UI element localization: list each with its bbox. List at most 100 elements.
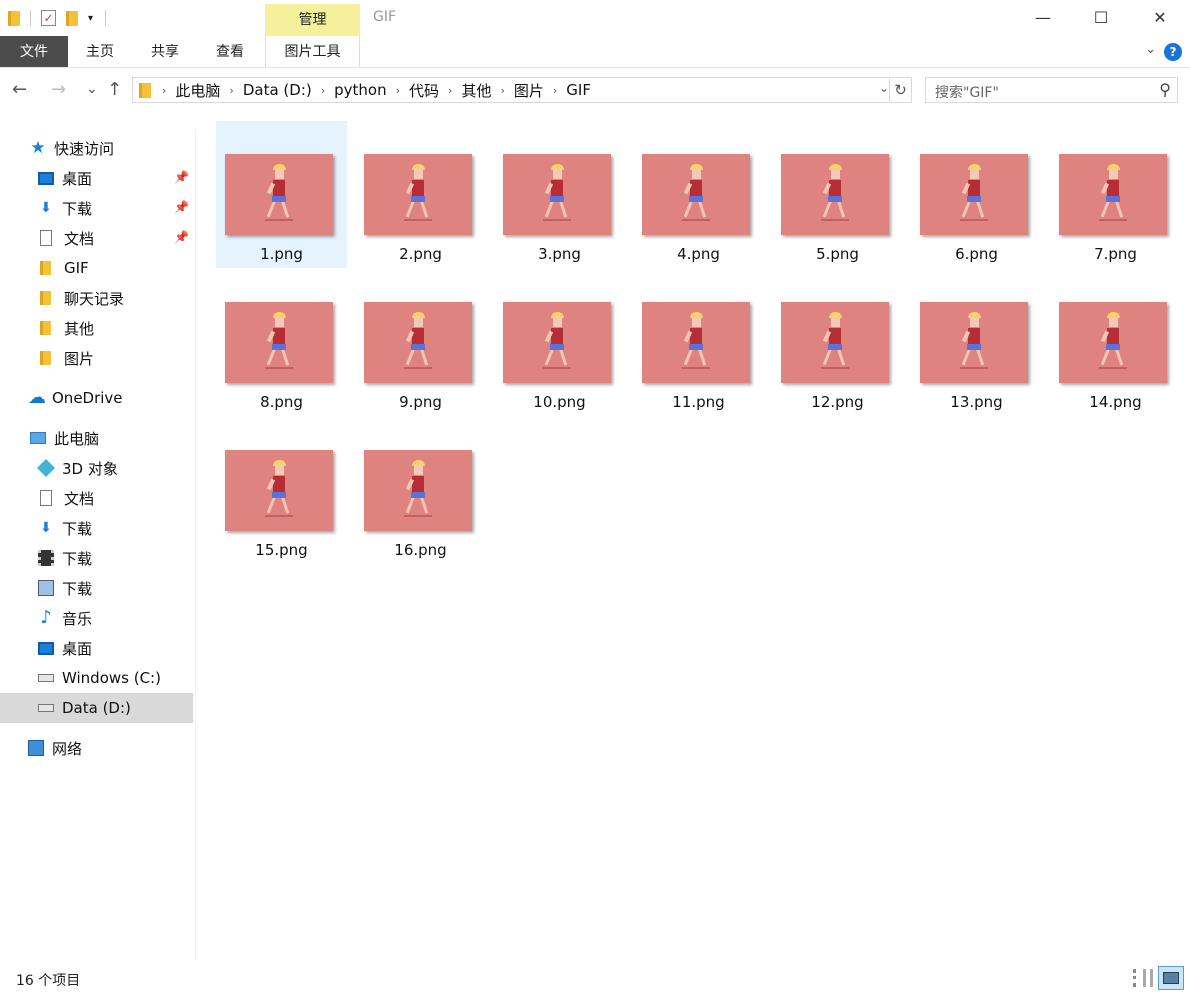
breadcrumb-gif[interactable]: GIF [566, 81, 591, 99]
sidebar-item-network[interactable]: 网络 [0, 733, 193, 763]
file-name: 11.png [672, 393, 725, 411]
sidebar-item-pc-downloads[interactable]: ⬇ 下载 [0, 513, 193, 543]
close-button[interactable]: ✕ [1137, 4, 1183, 32]
sidebar-item-3d-objects[interactable]: 3D 对象 [0, 453, 193, 483]
item-count: 16 个项目 [16, 973, 81, 989]
new-folder-icon[interactable] [66, 10, 78, 26]
breadcrumb-this-pc[interactable]: 此电脑 [175, 80, 220, 101]
forward-button[interactable]: → [51, 79, 66, 100]
tab-picture-tools[interactable]: 图片工具 [265, 36, 360, 67]
sidebar-item-documents[interactable]: 文档 📌 [0, 223, 193, 253]
file-name: 10.png [533, 393, 586, 411]
file-item[interactable]: 8.png [216, 269, 347, 416]
file-name: 1.png [260, 245, 303, 263]
file-item[interactable]: 1.png [216, 121, 347, 268]
sidebar-item-chat-records[interactable]: 聊天记录 [0, 283, 193, 313]
chevron-down-icon[interactable]: ⌄ [1145, 42, 1156, 57]
image-thumbnail [781, 154, 889, 235]
image-thumbnail [1059, 302, 1167, 383]
file-name: 8.png [260, 393, 303, 411]
minimize-button[interactable]: — [1020, 4, 1066, 32]
sidebar-item-pc-pictures[interactable]: 下载 [0, 573, 193, 603]
sidebar-item-windows-c[interactable]: Windows (C:) [0, 663, 193, 693]
file-item[interactable]: 13.png [911, 269, 1042, 416]
refresh-button[interactable]: ↻ [889, 78, 911, 102]
sidebar-item-other[interactable]: 其他 [0, 313, 193, 343]
context-tab-manage[interactable]: 管理 [265, 4, 360, 36]
image-thumbnail [781, 302, 889, 383]
tab-home[interactable]: 主页 [68, 36, 132, 67]
navigation-pane: ★ 快速访问 桌面 📌 ⬇ 下载 📌 文档 📌 GIF 聊天记录 其他 图片 ☁… [0, 130, 196, 960]
image-thumbnail [920, 154, 1028, 235]
film-icon [38, 550, 54, 566]
breadcrumb-other[interactable]: 其他 [461, 80, 491, 101]
sidebar-item-pc-desktop[interactable]: 桌面 [0, 633, 193, 663]
desktop-icon [38, 641, 54, 655]
address-bar[interactable]: › 此电脑 › Data (D:) › python › 代码 › 其他 › 图… [132, 77, 912, 103]
breadcrumb-python[interactable]: python [334, 81, 386, 99]
help-icon[interactable]: ? [1164, 43, 1182, 61]
search-input[interactable]: 搜索"GIF" ⚲ [925, 77, 1178, 103]
large-icons-view-icon[interactable] [1158, 966, 1184, 990]
sidebar-item-quick-access[interactable]: ★ 快速访问 [0, 133, 193, 163]
computer-icon [30, 432, 46, 444]
details-view-icon[interactable] [1133, 969, 1153, 987]
sidebar-item-data-d[interactable]: Data (D:) [0, 693, 193, 723]
file-item[interactable]: 6.png [911, 121, 1042, 268]
properties-icon[interactable]: ✓ [41, 10, 56, 26]
file-item[interactable]: 14.png [1050, 269, 1181, 416]
breadcrumb-data-d[interactable]: Data (D:) [243, 81, 312, 99]
sidebar-item-downloads[interactable]: ⬇ 下载 📌 [0, 193, 193, 223]
music-note-icon: ♪ [40, 607, 52, 628]
pin-icon: 📌 [174, 230, 189, 244]
file-item[interactable]: 15.png [216, 417, 347, 564]
download-icon: ⬇ [40, 200, 52, 216]
file-item[interactable]: 3.png [494, 121, 625, 268]
address-dropdown-icon[interactable]: ⌄ [879, 81, 889, 95]
sidebar-item-onedrive[interactable]: ☁ OneDrive [0, 383, 193, 413]
image-thumbnail [503, 302, 611, 383]
file-item[interactable]: 16.png [355, 417, 486, 564]
document-icon [40, 490, 52, 506]
drive-icon [38, 704, 54, 712]
recent-locations-button[interactable]: ⌄ [86, 81, 98, 97]
ribbon-tabs: 文件 主页 共享 查看 图片工具 ⌄ ? [0, 36, 1190, 68]
download-icon: ⬇ [40, 520, 52, 536]
tab-file[interactable]: 文件 [0, 36, 68, 67]
file-name: 3.png [538, 245, 581, 263]
picture-icon [38, 580, 54, 596]
customize-toolbar-icon[interactable]: ▾ [88, 13, 93, 24]
tab-view[interactable]: 查看 [198, 36, 262, 67]
quick-access-toolbar: ✓ ▾ [8, 8, 107, 28]
image-thumbnail [642, 154, 750, 235]
folder-icon [8, 10, 20, 26]
file-item[interactable]: 12.png [772, 269, 903, 416]
title-bar: ✓ ▾ 管理 GIF — ☐ ✕ [0, 0, 1190, 36]
search-icon[interactable]: ⚲ [1159, 80, 1171, 99]
tab-share[interactable]: 共享 [132, 36, 198, 67]
file-item[interactable]: 9.png [355, 269, 486, 416]
sidebar-item-desktop[interactable]: 桌面 📌 [0, 163, 193, 193]
back-button[interactable]: ← [12, 79, 27, 100]
file-item[interactable]: 10.png [494, 269, 625, 416]
sidebar-item-pc-documents[interactable]: 文档 [0, 483, 193, 513]
up-button[interactable]: ↑ [107, 79, 122, 100]
file-name: 7.png [1094, 245, 1137, 263]
maximize-button[interactable]: ☐ [1078, 4, 1124, 32]
breadcrumb-code[interactable]: 代码 [409, 80, 439, 101]
file-item[interactable]: 5.png [772, 121, 903, 268]
file-item[interactable]: 4.png [633, 121, 764, 268]
file-name: 14.png [1089, 393, 1142, 411]
folder-icon [40, 321, 51, 335]
file-item[interactable]: 7.png [1050, 121, 1181, 268]
sidebar-item-pictures[interactable]: 图片 [0, 343, 193, 373]
window-title: GIF [373, 9, 397, 25]
file-item[interactable]: 11.png [633, 269, 764, 416]
sidebar-item-gif[interactable]: GIF [0, 253, 193, 283]
sidebar-item-videos[interactable]: 下载 [0, 543, 193, 573]
breadcrumb-pictures[interactable]: 图片 [514, 80, 544, 101]
file-item[interactable]: 2.png [355, 121, 486, 268]
sidebar-item-music[interactable]: ♪ 音乐 [0, 603, 193, 633]
sidebar-item-this-pc[interactable]: 此电脑 [0, 423, 193, 453]
file-list: 1.png 2.png 3.png 4.png 5.png 6.png 7.png 8.png… [196, 112, 1190, 962]
